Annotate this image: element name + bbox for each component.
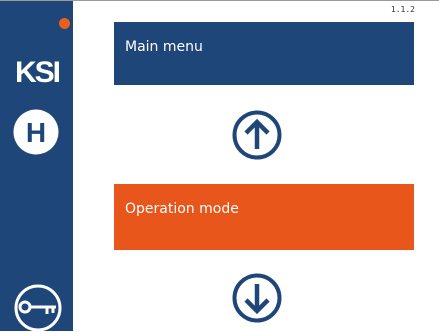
scroll-up-button[interactable] — [232, 110, 282, 160]
scroll-down-button[interactable] — [232, 273, 282, 323]
key-button[interactable] — [9, 284, 67, 332]
arrow-down-icon — [232, 273, 282, 323]
arrow-up-icon — [232, 110, 282, 160]
version-label: 1.1.2 — [390, 5, 415, 14]
main-menu-label: Main menu — [125, 39, 203, 55]
home-button[interactable]: H — [13, 109, 59, 155]
operation-mode-button[interactable]: Operation mode — [114, 184, 414, 250]
home-icon-label: H — [26, 117, 46, 148]
operation-mode-label: Operation mode — [125, 201, 239, 217]
sidebar: KSI H — [0, 1, 73, 332]
brand-logo: KSI — [14, 56, 61, 89]
home-icon: H — [13, 109, 59, 155]
status-indicator — [59, 18, 70, 29]
main-menu-button[interactable]: Main menu — [114, 22, 414, 85]
key-icon — [14, 284, 62, 332]
